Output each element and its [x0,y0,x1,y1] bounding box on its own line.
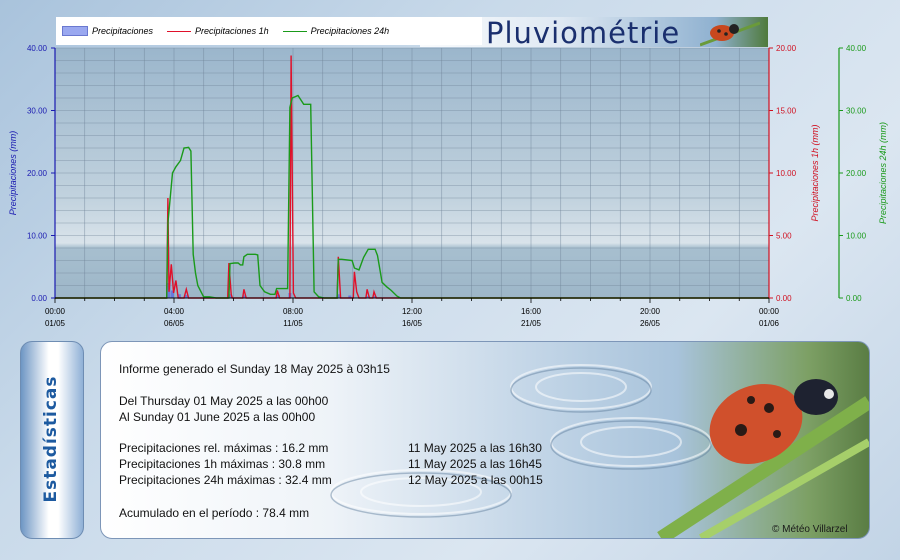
legend-item-precipitation: Precipitaciones [62,26,153,36]
x-tick-label-time: 12:00 [402,307,423,316]
x-tick-label-time: 04:00 [164,307,185,316]
stats-generated: Informe generado el Sunday 18 May 2025 à… [119,362,390,376]
legend: Precipitaciones Precipitaciones 1h Preci… [56,17,482,45]
stats-row-when: 12 May 2025 a las 00h15 [408,473,543,487]
stats-to: Al Sunday 01 June 2025 a las 00h00 [119,410,316,424]
stats-from: Del Thursday 01 May 2025 a las 00h00 [119,394,329,408]
y-tick-label: 20.00 [776,44,797,53]
stats-row-label: Precipitaciones rel. máximas : 16.2 mm [119,441,329,455]
y-tick-label: 30.00 [846,107,867,116]
credit: © Météo Villarzel [772,524,848,535]
x-tick-label-date: 21/05 [521,319,542,328]
y-tick-label: 30.00 [27,107,48,116]
x-tick-label-date: 16/05 [402,319,423,328]
legend-label: Precipitaciones 1h [195,26,269,36]
legend-item-precipitation-24h: Precipitaciones 24h [282,26,390,36]
legend-item-precipitation-1h: Precipitaciones 1h [167,26,269,36]
y-tick-label: 10.00 [27,232,48,241]
y-axis-label: Precipitaciones 24h (mm) [878,122,888,224]
x-tick-label-date: 01/06 [759,319,780,328]
ladybug-icon [700,21,760,47]
stats-total: Acumulado en el período : 78.4 mm [119,506,310,520]
x-tick-label-date: 01/05 [45,319,66,328]
x-tick-label-date: 06/05 [164,319,185,328]
grid [54,47,770,299]
stats-row-when: 11 May 2025 a las 16h30 [408,441,542,455]
chart-title: Pluviométrie [486,16,681,50]
x-tick-label-time: 08:00 [283,307,304,316]
x-tick-label-date: 11/05 [283,319,303,328]
y-tick-label: 40.00 [27,44,48,53]
stats-row-when: 11 May 2025 a las 16h45 [408,457,542,471]
y-tick-label: 0.00 [776,294,792,303]
stats-row-label: Precipitaciones 1h máximas : 30.8 mm [119,457,326,471]
legend-label: Precipitaciones [92,26,154,36]
y-tick-label: 0.00 [31,294,47,303]
stats-row-label: Precipitaciones 24h máximas : 32.4 mm [119,473,332,487]
y-tick-label: 15.00 [776,107,797,116]
y-axis-label: Precipitaciones 1h (mm) [810,124,820,221]
y-tick-label: 5.00 [776,232,792,241]
x-tick-label-time: 00:00 [759,307,780,316]
y-tick-label: 10.00 [846,232,867,241]
legend-swatch-line [167,30,192,32]
pluviometry-chart: 0.00 10.00 20.00 30.00 40.00 Precipitaciones … [8,44,888,328]
x-tick-label-time: 00:00 [45,307,66,316]
stats-tab-label: Estadísticas [41,375,61,503]
legend-swatch-bar [62,26,88,36]
x-tick-label-time: 20:00 [640,307,661,316]
y-tick-label: 20.00 [846,169,867,178]
x-tick-label-date: 26/05 [640,319,661,328]
legend-label: Precipitaciones 24h [310,26,390,36]
y-tick-label: 20.00 [27,169,48,178]
legend-swatch-line [282,30,307,32]
y-tick-label: 40.00 [846,44,867,53]
x-tick-label-time: 16:00 [521,307,542,316]
y-tick-label: 10.00 [776,169,797,178]
y-axis-label: Precipitaciones (mm) [8,131,18,216]
y-tick-label: 0.00 [846,294,862,303]
